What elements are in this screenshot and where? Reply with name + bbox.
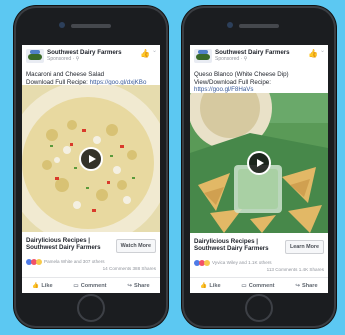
camera [59, 22, 65, 28]
comments-shares-count[interactable]: 14 Comments 388 Shares [103, 266, 156, 271]
cta-title-line1: Dairylicious Recipes | [26, 237, 90, 244]
wow-reaction-icon [204, 260, 210, 266]
reactions-bar[interactable]: Vyvica Wiley and 1.1K others 113 Comment… [190, 259, 328, 275]
phone-left: Southwest Dairy Farmers Sponsored · ⚲ 👍 … [14, 6, 168, 328]
chevron-down-icon[interactable]: ⌄ [152, 47, 157, 54]
chevron-down-icon[interactable]: ⌄ [320, 47, 325, 54]
page-name[interactable]: Southwest Dairy Farmers [215, 49, 290, 56]
post-text: Queso Blanco (White Cheese Dip) View/Dow… [190, 69, 328, 94]
like-button[interactable]: 👍 Like [200, 283, 220, 289]
page-name[interactable]: Southwest Dairy Farmers [47, 49, 122, 56]
cta-title-line2: Southwest Dairy Farmers [26, 244, 101, 252]
like-button[interactable]: 👍 Like [32, 283, 52, 289]
share-label: Share [134, 282, 150, 289]
share-icon: ↪ [127, 282, 133, 289]
post-header: Southwest Dairy Farmers Sponsored · ⚲ 👍 … [22, 45, 160, 69]
comment-label: Comment [80, 282, 107, 289]
cta-title-line2: Southwest Dairy Farmers [194, 245, 269, 253]
comment-button[interactable]: ▭ Comment [241, 283, 274, 289]
post-header: Southwest Dairy Farmers Sponsored · ⚲ 👍 … [190, 45, 328, 69]
reactions-bar[interactable]: Pamela White and 307 others 14 Comments … [22, 258, 160, 274]
thumbs-up-icon: 👍 [200, 282, 208, 289]
page-logo[interactable] [194, 49, 212, 63]
phone-right: Southwest Dairy Farmers Sponsored · ⚲ 👍 … [182, 6, 336, 328]
comment-icon: ▭ [241, 282, 247, 289]
sponsored-label: Sponsored · ⚲ [47, 56, 80, 62]
post-download-label: View/Download Full Recipe: [194, 78, 271, 86]
home-button[interactable] [77, 294, 105, 322]
share-icon: ↪ [295, 282, 301, 289]
sponsored-label: Sponsored · ⚲ [215, 56, 248, 62]
thumbs-up-icon[interactable]: 👍 [308, 49, 318, 58]
comment-label: Comment [248, 282, 275, 289]
watch-more-button[interactable]: Watch More [115, 239, 156, 253]
play-icon[interactable] [79, 146, 103, 171]
post-title: Queso Blanco (White Cheese Dip) [194, 71, 289, 78]
reactions-names[interactable]: Pamela White and 307 others [44, 259, 105, 264]
like-label: Like [209, 282, 221, 289]
thumbs-up-icon: 👍 [32, 282, 40, 289]
video-thumbnail[interactable] [190, 93, 328, 233]
comments-shares-count[interactable]: 113 Comments 1.4K Shares [267, 267, 324, 272]
share-button[interactable]: ↪ Share [295, 283, 317, 289]
speaker [239, 24, 279, 28]
comment-icon: ▭ [73, 282, 79, 289]
action-bar: 👍 Like ▭ Comment ↪ Share [22, 277, 160, 293]
like-label: Like [41, 282, 53, 289]
cta-title[interactable]: Dairylicious Recipes | Southwest Dairy F… [194, 238, 284, 253]
reactions-names[interactable]: Vyvica Wiley and 1.1K others [212, 260, 272, 265]
camera [227, 22, 233, 28]
share-label: Share [302, 282, 318, 289]
post-title: Macaroni and Cheese Salad [26, 71, 105, 78]
video-thumbnail[interactable] [22, 85, 160, 232]
cta-bar: Dairylicious Recipes | Southwest Dairy F… [22, 234, 160, 256]
facebook-post-left: Southwest Dairy Farmers Sponsored · ⚲ 👍 … [22, 45, 160, 293]
learn-more-button[interactable]: Learn More [284, 240, 324, 254]
comment-button[interactable]: ▭ Comment [73, 283, 106, 289]
action-bar: 👍 Like ▭ Comment ↪ Share [190, 277, 328, 293]
play-icon[interactable] [247, 151, 271, 175]
cta-bar: Dairylicious Recipes | Southwest Dairy F… [190, 235, 328, 257]
cta-title-line1: Dairylicious Recipes | [194, 238, 258, 245]
speaker [71, 24, 111, 28]
post-text: Macaroni and Cheese Salad Download Full … [22, 69, 160, 86]
home-button[interactable] [245, 294, 273, 322]
cta-title[interactable]: Dairylicious Recipes | Southwest Dairy F… [26, 237, 116, 252]
share-button[interactable]: ↪ Share [127, 283, 149, 289]
facebook-post-right: Southwest Dairy Farmers Sponsored · ⚲ 👍 … [190, 45, 328, 293]
wow-reaction-icon [36, 259, 42, 265]
page-logo[interactable] [26, 49, 44, 63]
thumbs-up-icon[interactable]: 👍 [140, 49, 150, 58]
